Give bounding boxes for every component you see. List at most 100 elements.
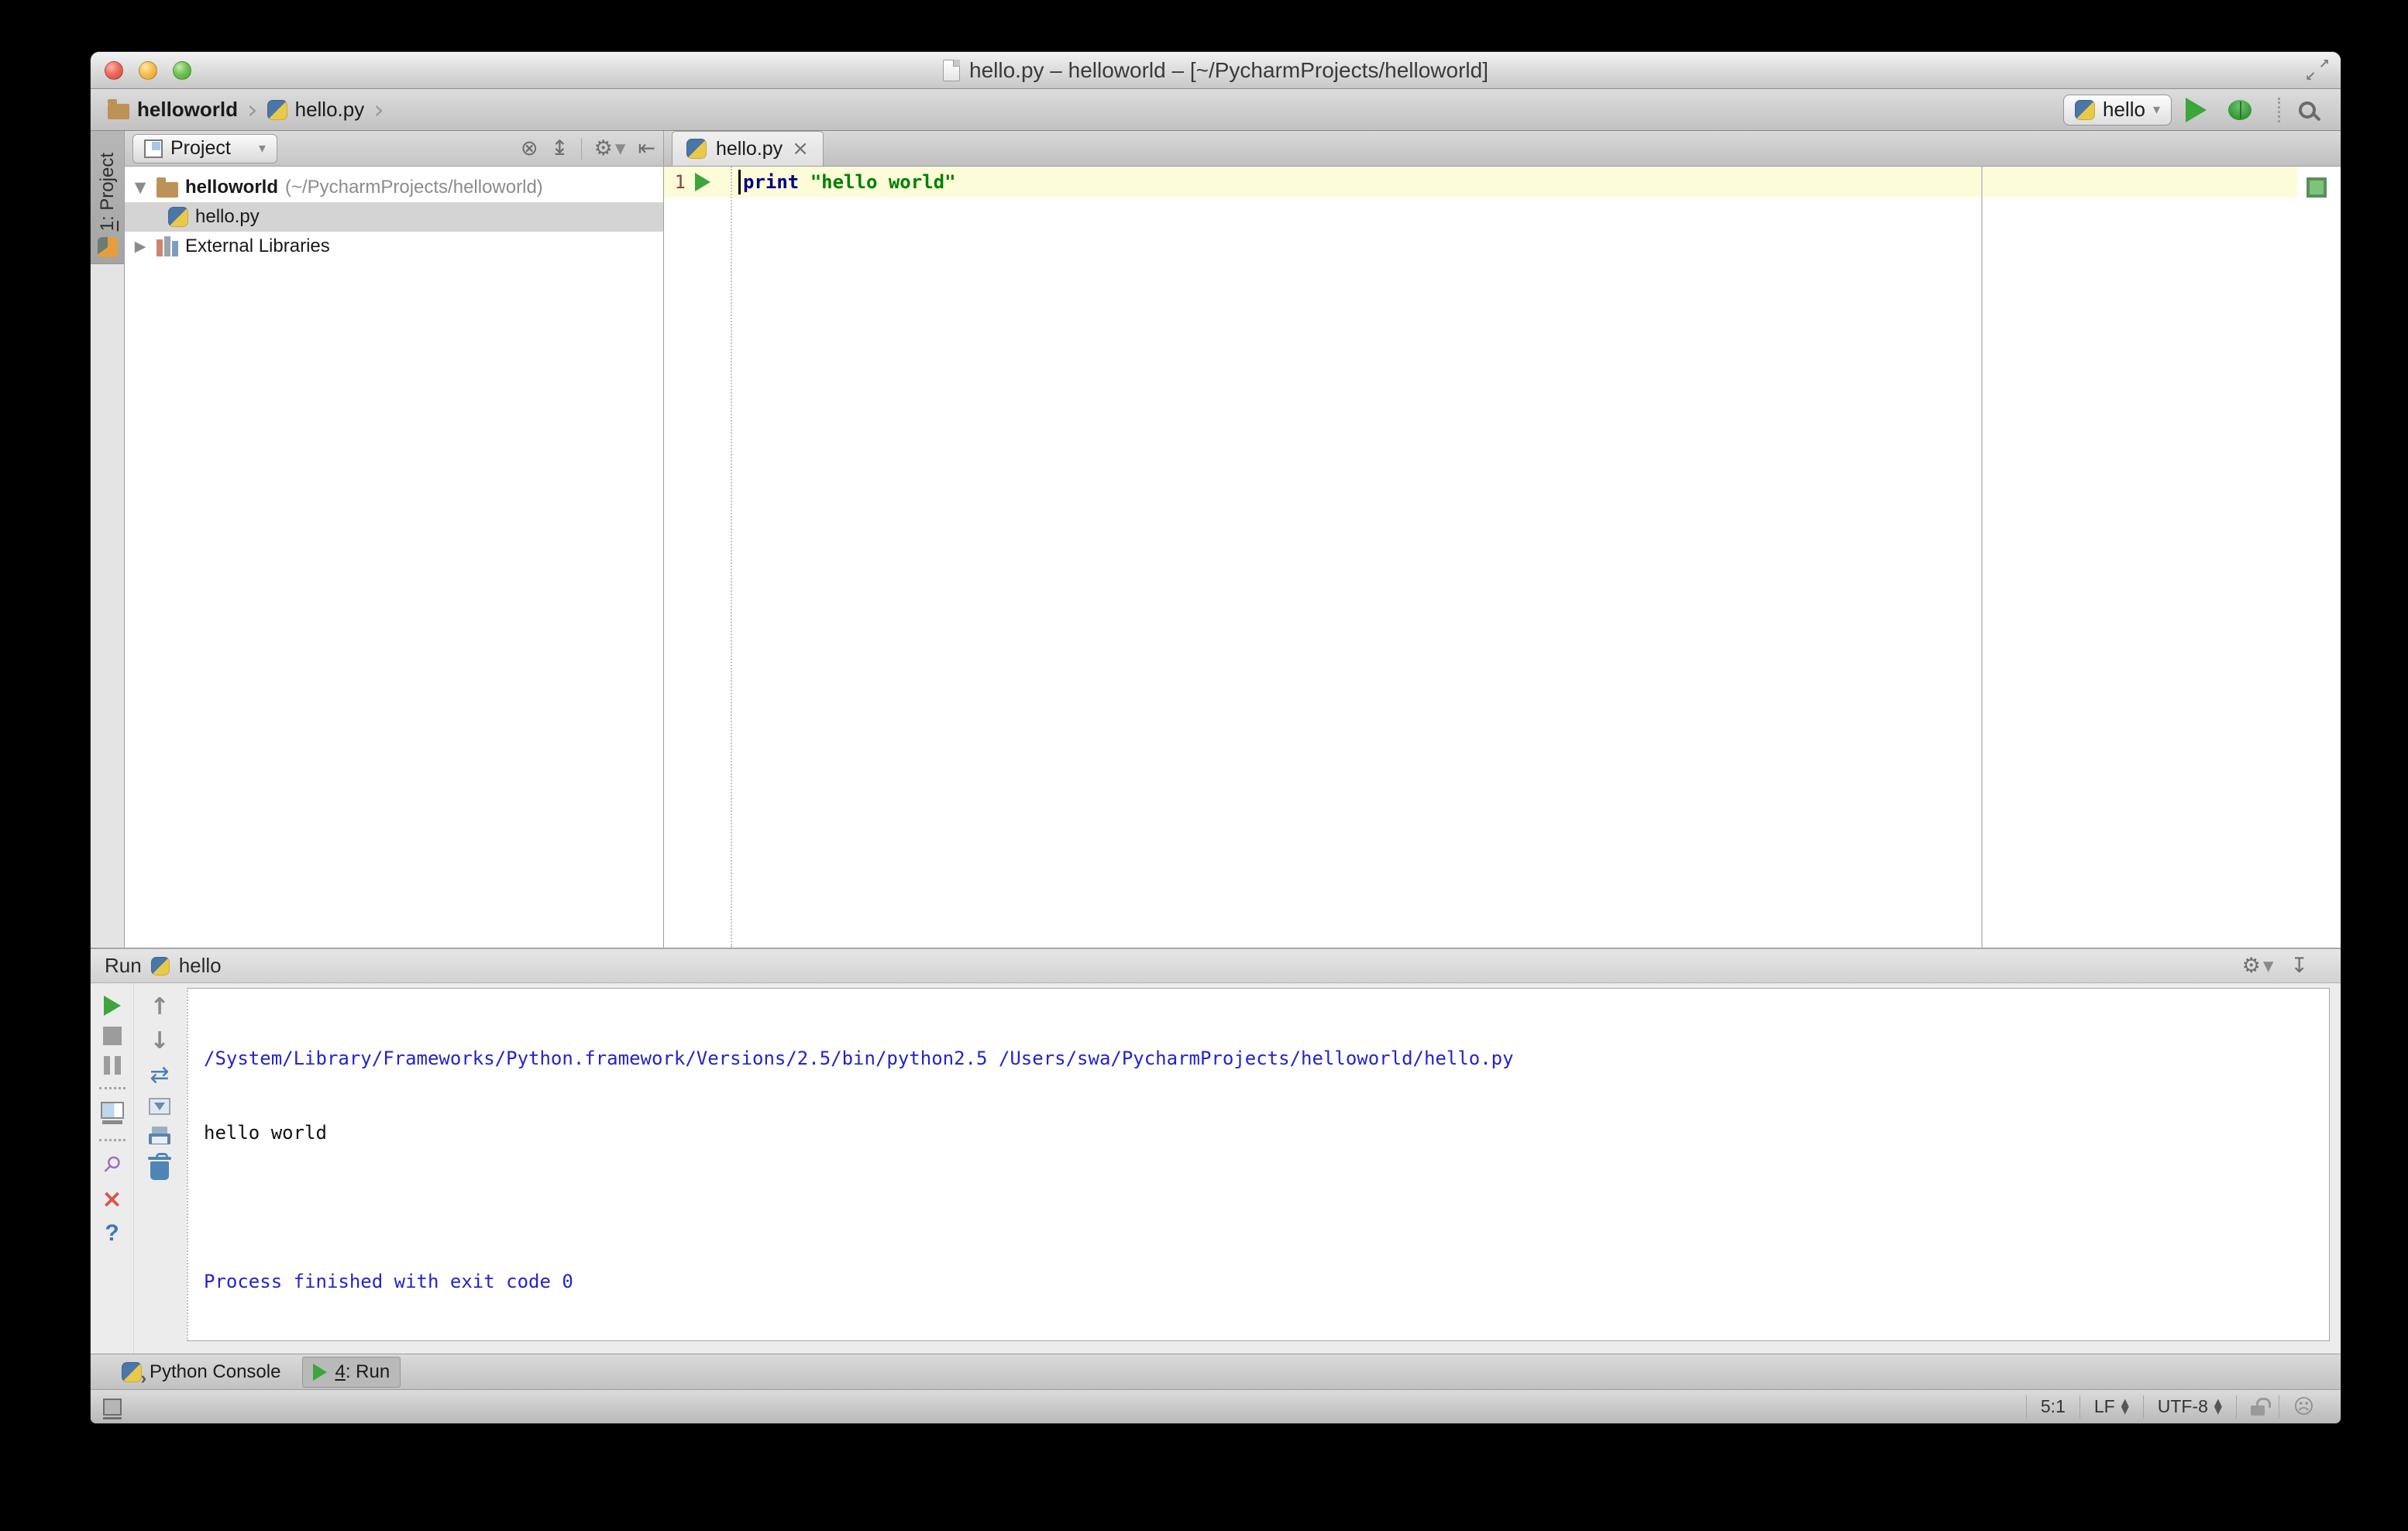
tree-file-name: hello.py bbox=[195, 206, 260, 227]
chevron-down-icon: ▾ bbox=[2152, 101, 2160, 118]
python-file-icon bbox=[686, 139, 707, 159]
search-everywhere-button[interactable] bbox=[2299, 101, 2316, 119]
run-configuration-name: hello bbox=[2103, 98, 2145, 121]
python-console-label: Python Console bbox=[150, 1361, 281, 1382]
breadcrumb-file-label: hello.py bbox=[294, 98, 365, 121]
run-toolwindow: Run hello ⚙ ▾ ↧ ⚲ × ? ↑ ↓ ⇄ /System/Libr… bbox=[91, 948, 2341, 1354]
editor-body[interactable]: 1 print "hello world" bbox=[664, 167, 2341, 948]
stop-button[interactable] bbox=[102, 1027, 122, 1045]
encoding-widget[interactable]: UTF-8 ▲ ▼ bbox=[2142, 1395, 2236, 1419]
header-separator bbox=[580, 137, 582, 160]
project-view-selector[interactable]: Project ▾ bbox=[132, 133, 277, 163]
document-icon bbox=[943, 59, 960, 81]
run-tab-mnemonic: 4 bbox=[335, 1361, 346, 1382]
inspection-profile-widget[interactable]: ☹ bbox=[2278, 1395, 2328, 1419]
tree-row-hello-py[interactable]: hello.py bbox=[125, 202, 663, 232]
line-number: 1 bbox=[674, 171, 686, 193]
scroll-to-end-button[interactable] bbox=[149, 1098, 170, 1115]
fullscreen-button[interactable]: ↗ ↙ bbox=[2305, 57, 2330, 84]
bottom-toolwindow-bar: Python Console 4: Run bbox=[91, 1354, 2341, 1389]
inspection-strip bbox=[2297, 167, 2341, 948]
project-tree: ▼ helloworld (~/PycharmProjects/hellowor… bbox=[125, 167, 663, 948]
caret-position-widget[interactable]: 5:1 bbox=[2025, 1395, 2079, 1419]
prev-occurrence-button[interactable]: ↑ bbox=[150, 996, 169, 1019]
breadcrumb-project[interactable]: helloworld bbox=[108, 98, 238, 122]
debug-button[interactable] bbox=[2228, 99, 2251, 120]
spinner-down-icon: ▼ bbox=[2121, 1404, 2129, 1416]
project-view-icon bbox=[144, 139, 163, 158]
editor-tab-hello-py[interactable]: hello.py × bbox=[672, 131, 824, 166]
line-separator-widget[interactable]: LF ▲ ▼ bbox=[2079, 1395, 2143, 1419]
project-view-label: Project bbox=[170, 137, 231, 159]
breadcrumb-project-label: helloworld bbox=[137, 98, 238, 121]
code-area[interactable]: print "hello world" bbox=[732, 167, 2297, 948]
pin-tab-button[interactable]: ⚲ bbox=[98, 1150, 127, 1179]
panel-settings-button[interactable]: ⚙ ▾ bbox=[594, 138, 626, 159]
gear-icon: ⚙ bbox=[2241, 954, 2261, 978]
console-stdout-line: hello world bbox=[204, 1122, 327, 1144]
editor-gutter: 1 bbox=[664, 167, 732, 948]
run-settings-button[interactable]: ⚙ ▾ bbox=[2242, 954, 2274, 978]
inspector-face-icon: ☹ bbox=[2293, 1395, 2314, 1419]
run-toolbar-primary: ⚲ × ? bbox=[91, 983, 134, 1354]
expand-caret-icon[interactable]: ▶ bbox=[131, 238, 150, 255]
console-command-line: /System/Library/Frameworks/Python.framew… bbox=[204, 1048, 1514, 1069]
caret-position-value: 5:1 bbox=[2040, 1396, 2066, 1416]
code-line-1[interactable]: print "hello world" bbox=[732, 167, 2297, 198]
locate-file-button[interactable]: ⊕ bbox=[515, 134, 545, 163]
clear-console-button[interactable] bbox=[148, 1153, 171, 1180]
inspection-status-indicator[interactable] bbox=[2307, 177, 2327, 198]
rerun-button[interactable] bbox=[103, 996, 121, 1016]
run-toolwindow-button[interactable]: 4: Run bbox=[302, 1356, 401, 1388]
zoom-window-button[interactable] bbox=[173, 60, 191, 80]
fullscreen-arrow-ne-icon: ↗ bbox=[2318, 57, 2330, 72]
minimize-window-button[interactable] bbox=[139, 60, 157, 80]
left-toolwindow-stripe: 1: Project bbox=[91, 131, 125, 948]
run-toolwindow-header[interactable]: Run hello ⚙ ▾ ↧ bbox=[91, 949, 2341, 983]
collapse-all-button[interactable]: ↨ bbox=[551, 138, 569, 159]
soft-wrap-button[interactable]: ⇄ bbox=[150, 1064, 169, 1087]
pycharm-window: hello.py – helloworld – [~/PycharmProjec… bbox=[90, 51, 2341, 1424]
print-button[interactable] bbox=[149, 1127, 170, 1144]
run-panel-title: Run bbox=[105, 954, 142, 977]
hide-panel-button[interactable]: ⇤ bbox=[638, 138, 655, 159]
encoding-value: UTF-8 bbox=[2157, 1396, 2208, 1416]
tree-row-project-root[interactable]: ▼ helloworld (~/PycharmProjects/hellowor… bbox=[125, 173, 663, 202]
toolbar-separator bbox=[2278, 97, 2280, 122]
python-console-icon bbox=[122, 1361, 146, 1388]
project-root-path: (~/PycharmProjects/helloworld) bbox=[285, 177, 543, 198]
close-button[interactable]: × bbox=[101, 1186, 122, 1211]
tree-row-external-libraries[interactable]: ▶ External Libraries bbox=[125, 232, 663, 261]
collapse-caret-icon[interactable]: ▼ bbox=[131, 179, 150, 196]
chevron-down-icon: ▾ bbox=[614, 136, 626, 160]
toolbar-separator bbox=[98, 1087, 126, 1089]
run-line-gutter-icon[interactable] bbox=[695, 173, 710, 191]
breadcrumb-chevron-icon: › bbox=[247, 94, 258, 126]
chevron-down-icon: ▾ bbox=[258, 140, 266, 157]
run-console-output[interactable]: /System/Library/Frameworks/Python.framew… bbox=[187, 988, 2330, 1341]
project-toolwindow-stripe-button[interactable]: 1: Project bbox=[91, 131, 124, 264]
breadcrumb-file[interactable]: hello.py bbox=[267, 98, 365, 122]
folder-icon bbox=[157, 177, 178, 198]
help-button[interactable]: ? bbox=[105, 1222, 119, 1245]
hide-panel-button[interactable]: ↧ bbox=[2290, 954, 2308, 978]
fullscreen-arrow-sw-icon: ↙ bbox=[2305, 69, 2317, 84]
chevron-down-icon: ▾ bbox=[2262, 954, 2274, 978]
close-tab-icon[interactable]: × bbox=[792, 139, 809, 159]
pause-output-button[interactable] bbox=[103, 1056, 121, 1075]
readonly-toggle-widget[interactable] bbox=[2235, 1395, 2279, 1419]
project-stripe-label: : Project bbox=[96, 152, 118, 221]
right-margin-guide bbox=[1981, 167, 1983, 948]
code-keyword: print bbox=[743, 171, 800, 193]
restore-layout-button[interactable] bbox=[100, 1102, 124, 1124]
next-occurrence-button[interactable]: ↓ bbox=[150, 1030, 169, 1053]
close-window-button[interactable] bbox=[105, 60, 123, 80]
editor-tab-label: hello.py bbox=[716, 137, 783, 160]
title-bar[interactable]: hello.py – helloworld – [~/PycharmProjec… bbox=[91, 52, 2341, 89]
run-configuration-selector[interactable]: hello ▾ bbox=[2063, 94, 2172, 126]
run-button[interactable] bbox=[2186, 97, 2207, 122]
python-console-toolwindow-button[interactable]: Python Console bbox=[111, 1357, 291, 1388]
toolwindow-toggle-icon[interactable] bbox=[103, 1398, 122, 1419]
run-icon bbox=[313, 1363, 328, 1381]
